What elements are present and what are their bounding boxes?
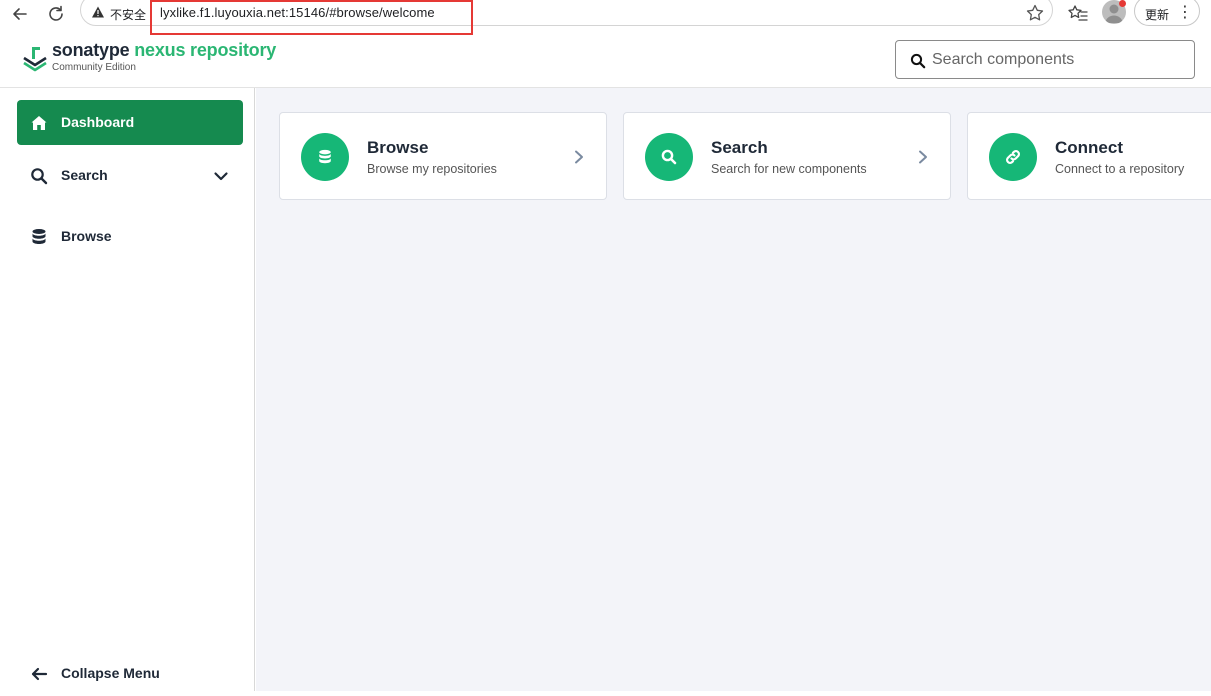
- card-title: Browse: [367, 138, 429, 157]
- card-subtitle: Connect to a repository: [1055, 162, 1185, 176]
- notification-dot: [1119, 0, 1126, 7]
- sidebar-item-label: Search: [61, 167, 108, 183]
- brand-name[interactable]: sonatype nexus repository: [52, 40, 276, 61]
- browse-card[interactable]: Browse Browse my repositories: [279, 112, 607, 200]
- search-components-input[interactable]: [932, 48, 1182, 72]
- component-search[interactable]: [895, 40, 1195, 79]
- sidebar-item-browse[interactable]: Browse: [17, 214, 243, 259]
- collapse-menu-button[interactable]: Collapse Menu: [17, 651, 243, 696]
- card-subtitle: Search for new components: [711, 162, 867, 176]
- sidebar-item-dashboard[interactable]: Dashboard: [17, 100, 243, 145]
- search-icon: [661, 149, 677, 165]
- update-label: 更新: [1145, 8, 1170, 22]
- reload-button[interactable]: [45, 3, 67, 25]
- arrow-left-icon: [13, 8, 27, 20]
- security-label[interactable]: 不安全: [110, 6, 146, 23]
- reload-icon: [49, 5, 63, 21]
- brand-nexus: nexus repository: [134, 40, 277, 60]
- search-icon: [31, 168, 48, 185]
- arrow-left-icon: [31, 667, 48, 681]
- card-title: Search: [711, 138, 768, 157]
- search-icon: [910, 53, 926, 69]
- sonatype-logo-icon[interactable]: [22, 44, 48, 72]
- url-highlight-annotation: [150, 0, 473, 35]
- chevron-right-icon[interactable]: [916, 149, 930, 165]
- chevron-right-icon[interactable]: [572, 149, 586, 165]
- card-title: Connect: [1055, 138, 1123, 157]
- app-header: sonatype nexus repository Community Edit…: [0, 35, 1211, 88]
- back-button[interactable]: [9, 3, 31, 25]
- bookmark-star-icon[interactable]: [1025, 3, 1045, 23]
- search-card[interactable]: Search Search for new components: [623, 112, 951, 200]
- more-menu-icon[interactable]: ⋮: [1177, 2, 1194, 22]
- dashboard-content: Browse Browse my repositories Search Sea…: [256, 88, 1211, 691]
- link-icon: [1006, 150, 1020, 164]
- browse-card-icon-circle: [301, 133, 349, 181]
- home-icon: [31, 116, 47, 130]
- favorites-icon[interactable]: [1067, 3, 1089, 25]
- sidebar: Dashboard Search Browse Collapse Menu: [0, 88, 255, 691]
- sidebar-item-label: Dashboard: [61, 114, 135, 130]
- brand-sonatype: sonatype: [52, 40, 135, 60]
- collapse-menu-label: Collapse Menu: [61, 665, 160, 681]
- card-subtitle: Browse my repositories: [367, 162, 497, 176]
- search-card-icon-circle: [645, 133, 693, 181]
- database-icon: [32, 229, 46, 244]
- warning-icon: [92, 6, 104, 18]
- database-icon: [319, 149, 331, 164]
- sidebar-item-search[interactable]: Search: [17, 153, 243, 198]
- sidebar-item-label: Browse: [61, 228, 112, 244]
- connect-card[interactable]: Connect Connect to a repository: [967, 112, 1211, 200]
- edition-label: Community Edition: [52, 62, 136, 73]
- update-button[interactable]: 更新 ⋮: [1134, 0, 1200, 26]
- connect-card-icon-circle: [989, 133, 1037, 181]
- chevron-down-icon[interactable]: [213, 168, 229, 184]
